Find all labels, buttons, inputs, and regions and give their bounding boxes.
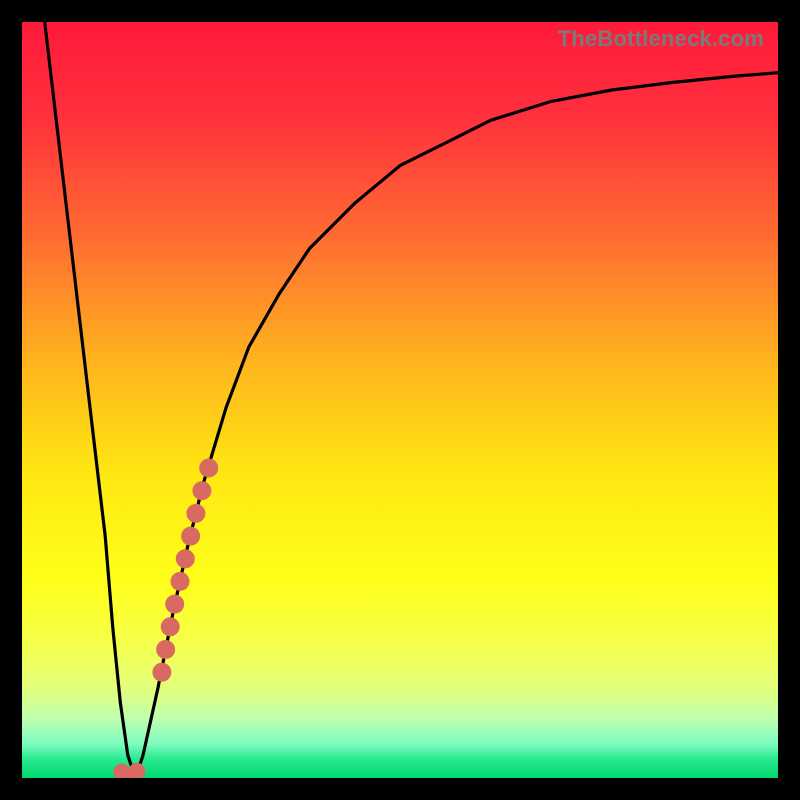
highlight-dot — [186, 504, 205, 523]
highlight-dot — [181, 527, 200, 546]
highlight-dot — [192, 481, 211, 500]
outer-frame: TheBottleneck.com — [0, 0, 800, 800]
bottleneck-curve — [45, 22, 778, 778]
highlight-dot — [152, 663, 171, 682]
highlight-dot — [171, 572, 190, 591]
highlight-dot — [165, 595, 184, 614]
watermark-text: TheBottleneck.com — [558, 26, 764, 52]
highlight-dot — [176, 549, 195, 568]
highlight-dots — [113, 459, 218, 779]
chart-svg — [22, 22, 778, 778]
highlight-dot — [156, 640, 175, 659]
highlight-dot — [161, 617, 180, 636]
plot-area: TheBottleneck.com — [22, 22, 778, 778]
highlight-dot — [199, 459, 218, 478]
